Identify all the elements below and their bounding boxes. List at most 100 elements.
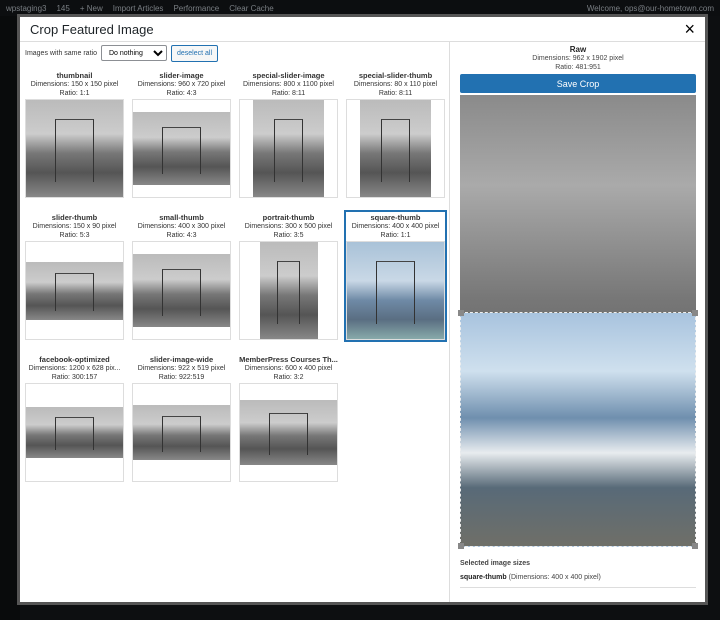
same-ratio-select[interactable]: Do nothing [100,45,167,61]
size-dimensions: Dimensions: 400 x 300 pixel [137,223,226,230]
size-preview[interactable] [239,99,338,198]
preview-image [26,407,123,458]
new-link[interactable]: + New [80,4,103,13]
crop-modal: Crop Featured Image × Images with same r… [20,17,705,602]
size-preview[interactable] [346,241,445,340]
selected-sizes-heading: Selected image sizes [460,560,531,567]
crop-handle[interactable] [692,543,698,549]
selected-size-name: square-thumb [460,574,507,581]
size-preview[interactable] [132,383,231,482]
size-dimensions: Dimensions: 922 x 519 pixel [137,365,226,372]
import-articles-link[interactable]: Import Articles [113,4,164,13]
size-ratio: Ratio: 8:11 [271,90,306,97]
same-ratio-label: Images with same ratio [25,49,97,57]
welcome-text[interactable]: Welcome, ops@our-hometown.com [587,4,714,13]
modal-title: Crop Featured Image [30,21,154,37]
preview-image [253,100,324,197]
size-name: square-thumb [370,213,421,222]
size-card[interactable]: slider-thumb Dimensions: 150 x 90 pixel … [23,210,126,342]
modal-header: Crop Featured Image × [20,17,705,42]
size-name: special-slider-image [252,71,325,80]
divider [460,587,696,588]
crop-selection[interactable] [458,310,698,549]
size-ratio: Ratio: 1:1 [380,232,411,239]
size-dimensions: Dimensions: 300 x 500 pixel [244,223,333,230]
size-card[interactable]: MemberPress Courses Th... Dimensions: 60… [237,352,340,484]
size-ratio: Ratio: 4:3 [166,232,197,239]
size-ratio: Ratio: 1:1 [59,90,90,97]
crop-handle[interactable] [692,310,698,316]
selected-size-item: square-thumb (Dimensions: 400 x 400 pixe… [460,574,696,581]
size-dimensions: Dimensions: 800 x 1100 pixel [243,81,334,88]
size-card[interactable]: facebook-optimized Dimensions: 1200 x 62… [23,352,126,484]
size-name: slider-thumb [51,213,98,222]
raw-ratio: Ratio: 481:951 [555,64,601,71]
size-ratio: Ratio: 3:2 [273,374,304,381]
size-preview[interactable] [132,99,231,198]
deselect-all-button[interactable]: deselect all [170,44,219,62]
site-name[interactable]: wpstaging3 [6,4,46,13]
size-ratio: Ratio: 8:11 [378,90,413,97]
preview-image [26,261,123,320]
size-name: MemberPress Courses Th... [239,355,338,364]
crop-handle[interactable] [458,310,464,316]
size-card[interactable]: thumbnail Dimensions: 150 x 150 pixel Ra… [23,68,126,200]
raw-title: Raw [569,45,587,54]
size-name: facebook-optimized [39,355,110,364]
preview-image [133,405,230,460]
close-icon[interactable]: × [684,20,695,38]
admin-bar: wpstaging3 145 + New Import Articles Per… [0,0,720,16]
size-name: small-thumb [159,213,204,222]
crop-image-area[interactable] [458,95,698,549]
size-preview[interactable] [25,99,124,198]
size-ratio: Ratio: 3:5 [273,232,304,239]
preview-image [360,100,431,197]
size-ratio: Ratio: 5:3 [59,232,90,239]
size-card[interactable]: square-thumb Dimensions: 400 x 400 pixel… [344,210,447,342]
raw-dimensions: Dimensions: 962 x 1902 pixel [532,55,624,62]
size-name: slider-image [159,71,204,80]
preview-image [133,254,230,327]
sizes-grid: thumbnail Dimensions: 150 x 150 pixel Ra… [20,63,449,489]
size-card[interactable]: slider-image Dimensions: 960 x 720 pixel… [130,68,233,200]
size-card[interactable]: special-slider-thumb Dimensions: 80 x 11… [344,68,447,200]
size-name: portrait-thumb [262,213,315,222]
toolbar: Images with same ratio Do nothing desele… [20,43,449,63]
size-dimensions: Dimensions: 150 x 90 pixel [32,223,117,230]
size-card[interactable]: slider-image-wide Dimensions: 922 x 519 … [130,352,233,484]
size-dimensions: Dimensions: 400 x 400 pixel [351,223,440,230]
save-crop-button[interactable]: Save Crop [460,74,696,93]
crop-handle[interactable] [458,543,464,549]
preview-image [347,242,444,339]
preview-image [259,242,318,339]
selected-size-dims: (Dimensions: 400 x 400 pixel) [508,574,601,581]
size-dimensions: Dimensions: 80 x 110 pixel [353,81,438,88]
sizes-panel: Images with same ratio Do nothing desele… [20,42,450,602]
size-name: special-slider-thumb [358,71,433,80]
size-preview[interactable] [346,99,445,198]
size-ratio: Ratio: 922:519 [158,374,205,381]
preview-image [26,100,123,197]
comments-count[interactable]: 145 [56,4,69,13]
clear-cache-link[interactable]: Clear Cache [229,4,273,13]
preview-image [133,112,230,185]
size-preview[interactable] [25,241,124,340]
size-card[interactable]: portrait-thumb Dimensions: 300 x 500 pix… [237,210,340,342]
size-card[interactable]: small-thumb Dimensions: 400 x 300 pixel … [130,210,233,342]
crop-panel: Raw Dimensions: 962 x 1902 pixel Ratio: … [451,42,705,602]
size-ratio: Ratio: 300:157 [51,374,98,381]
size-ratio: Ratio: 4:3 [166,90,197,97]
size-dimensions: Dimensions: 960 x 720 pixel [137,81,226,88]
size-dimensions: Dimensions: 150 x 150 pixel [30,81,119,88]
size-preview[interactable] [25,383,124,482]
size-name: slider-image-wide [149,355,214,364]
preview-image [240,400,337,465]
size-preview[interactable] [239,241,338,340]
size-dimensions: Dimensions: 600 x 400 pixel [244,365,333,372]
size-card[interactable]: special-slider-image Dimensions: 800 x 1… [237,68,340,200]
size-name: thumbnail [56,71,93,80]
performance-link[interactable]: Performance [173,4,219,13]
size-preview[interactable] [239,383,338,482]
size-preview[interactable] [132,241,231,340]
size-dimensions: Dimensions: 1200 x 628 pix... [28,365,121,372]
